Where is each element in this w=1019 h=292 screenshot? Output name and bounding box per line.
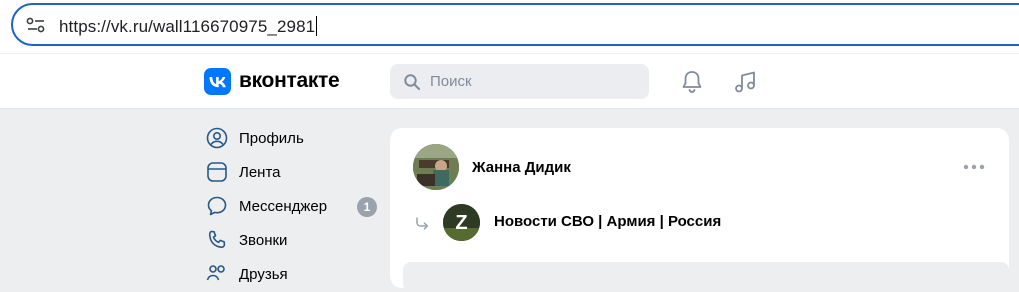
vk-logo-icon[interactable] bbox=[204, 68, 231, 95]
nav-item-label: Лента bbox=[239, 164, 281, 181]
nav-item-calls[interactable]: Звонки bbox=[200, 222, 380, 256]
repost-content-area bbox=[403, 262, 1009, 292]
nav-item-label: Мессенджер bbox=[239, 198, 328, 215]
search-icon bbox=[404, 74, 420, 90]
nav-item-label: Звонки bbox=[239, 232, 288, 249]
message-icon bbox=[207, 196, 227, 216]
search-placeholder: Поиск bbox=[430, 73, 472, 90]
nav-item-messenger[interactable]: Мессенджер 1 bbox=[200, 188, 380, 222]
bell-icon[interactable] bbox=[680, 69, 704, 95]
text-caret bbox=[316, 16, 318, 36]
repost-icon bbox=[416, 217, 429, 230]
post-card: Жанна Дидик Z Новости СВО | Армия | Росс… bbox=[390, 128, 1009, 292]
nav-item-label: Профиль bbox=[239, 130, 304, 147]
nav-item-feed[interactable]: Лента bbox=[200, 154, 380, 188]
browser-toolbar: https://vk.ru/wall116670975_2981 bbox=[0, 0, 1019, 53]
feed-icon bbox=[207, 162, 227, 182]
nav-item-label: Друзья bbox=[239, 266, 288, 283]
address-bar[interactable]: https://vk.ru/wall116670975_2981 bbox=[11, 3, 1019, 46]
nav-item-friends[interactable]: Друзья bbox=[200, 256, 380, 290]
url-text[interactable]: https://vk.ru/wall116670975_2981 bbox=[59, 16, 318, 37]
music-icon[interactable] bbox=[733, 69, 759, 95]
group-avatar[interactable]: Z bbox=[443, 204, 480, 241]
repost-source-name[interactable]: Новости СВО | Армия | Россия bbox=[494, 213, 721, 230]
phone-icon bbox=[208, 230, 226, 249]
user-circle-icon bbox=[206, 127, 228, 149]
unread-badge: 1 bbox=[357, 197, 377, 217]
left-nav: Профиль Лента Мессенджер 1 Звонки Друзья bbox=[200, 120, 380, 290]
vk-header: вконтакте Поиск bbox=[0, 54, 1019, 109]
nav-item-profile[interactable]: Профиль bbox=[200, 120, 380, 154]
vk-logo-text[interactable]: вконтакте bbox=[239, 69, 340, 93]
friends-icon bbox=[206, 265, 225, 281]
author-avatar[interactable] bbox=[413, 144, 459, 190]
more-options-icon[interactable] bbox=[963, 164, 985, 170]
tune-icon[interactable] bbox=[26, 17, 46, 33]
search-input[interactable]: Поиск bbox=[390, 64, 649, 99]
group-avatar-letter: Z bbox=[455, 212, 467, 234]
author-name[interactable]: Жанна Дидик bbox=[472, 159, 571, 176]
